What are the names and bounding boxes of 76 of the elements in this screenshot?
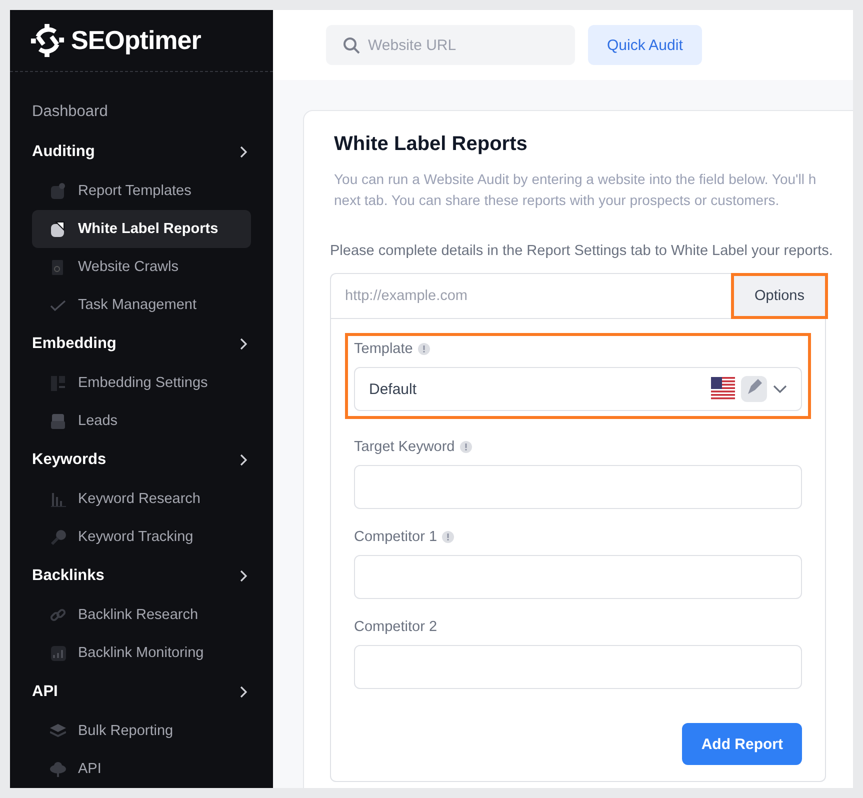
chevron-right-icon xyxy=(239,686,247,698)
key-icon xyxy=(50,529,66,546)
add-report-button[interactable]: Add Report xyxy=(682,723,802,765)
info-icon xyxy=(418,343,430,355)
sidebar-label: Task Management xyxy=(78,297,196,313)
bar-chart-icon xyxy=(50,491,66,508)
card-description: You can run a Website Audit by entering a website into the field below. You'll h next tab. You can share these reports with your prospects or customers. xyxy=(334,170,818,210)
sidebar-section[interactable]: Embedding xyxy=(32,324,251,364)
chevron-right-icon xyxy=(239,570,247,582)
chevron-down-icon xyxy=(773,384,787,394)
chevron-right-icon xyxy=(239,338,247,350)
sidebar-item[interactable]: Keyword Tracking xyxy=(32,518,251,556)
info-icon xyxy=(442,531,454,543)
document-icon xyxy=(50,183,66,200)
sidebar-label: Backlinks xyxy=(32,567,104,585)
sidebar-label: Backlink Monitoring xyxy=(78,645,204,661)
sidebar-label: Backlink Research xyxy=(78,607,198,623)
chevron-right-icon xyxy=(239,146,247,158)
layers-icon xyxy=(50,723,66,740)
text-field[interactable] xyxy=(354,555,802,599)
gear-logo-icon xyxy=(30,23,65,58)
text-field[interactable] xyxy=(354,645,802,689)
chevron-right-icon xyxy=(239,454,247,466)
pencil-icon[interactable] xyxy=(741,376,767,402)
field-label: Competitor 2 xyxy=(354,619,438,635)
sidebar-label: White Label Reports xyxy=(78,221,218,237)
options-button[interactable]: Options xyxy=(731,273,828,319)
grid-icon xyxy=(50,375,66,392)
sidebar-item[interactable]: Backlink Research xyxy=(32,596,251,634)
sidebar-label: Embedding Settings xyxy=(78,375,208,391)
sidebar-section[interactable]: Backlinks xyxy=(32,556,251,596)
sidebar-item[interactable]: Backlink Monitoring xyxy=(32,634,251,672)
search-field[interactable]: Website URL xyxy=(326,25,575,65)
flag-icon xyxy=(711,377,735,401)
link-icon xyxy=(50,607,66,624)
sidebar-label: Keyword Tracking xyxy=(78,529,194,545)
sidebar-section[interactable]: Auditing xyxy=(32,132,251,172)
sidebar-item[interactable]: Website Crawls xyxy=(32,248,251,286)
sidebar-label: Embedding xyxy=(32,335,116,353)
sidebar-label: Keywords xyxy=(32,451,106,469)
info-icon xyxy=(460,441,472,453)
sidebar-item[interactable]: Task Management xyxy=(32,286,251,324)
sidebar-label: API xyxy=(32,683,58,701)
card-title: White Label Reports xyxy=(334,133,528,157)
sidebar-item[interactable]: Bulk Reporting xyxy=(32,712,251,750)
sidebar-section[interactable]: Keywords xyxy=(32,440,251,480)
chart-icon xyxy=(50,645,66,662)
sidebar-item[interactable]: Dashboard xyxy=(32,92,251,132)
sidebar-item[interactable]: White Label Reports xyxy=(32,210,251,248)
sidebar-label: Report Templates xyxy=(78,183,192,199)
search-document-icon xyxy=(50,259,66,276)
text-field[interactable] xyxy=(354,465,802,509)
sidebar-label: Auditing xyxy=(32,143,95,161)
sidebar-label: Dashboard xyxy=(32,103,108,121)
settings-note: Please complete details in the Report Settings tab to White Label your reports. xyxy=(330,243,834,259)
field-label: Competitor 1 xyxy=(354,529,438,545)
sidebar-label: Website Crawls xyxy=(78,259,178,275)
search-icon xyxy=(343,37,360,54)
sidebar-label: Bulk Reporting xyxy=(78,723,174,739)
template-select[interactable]: Default xyxy=(354,367,802,411)
sidebar-item[interactable]: API xyxy=(32,750,251,788)
sidebar-item[interactable]: Leads xyxy=(32,402,251,440)
url-field[interactable]: http://example.com xyxy=(330,273,731,319)
pie-chart-icon xyxy=(50,221,66,238)
inbox-icon xyxy=(50,413,66,430)
sidebar-label: Keyword Research xyxy=(78,491,200,507)
quick-audit-button[interactable]: Quick Audit xyxy=(588,25,702,65)
sidebar-section[interactable]: API xyxy=(32,672,251,712)
sidebar-label: Leads xyxy=(78,413,118,429)
sidebar-item[interactable]: Keyword Research xyxy=(32,480,251,518)
field-label: Target Keyword xyxy=(354,439,455,455)
brand-name: SEOptimer xyxy=(71,25,201,56)
field-label: Template xyxy=(354,341,413,357)
sidebar-label: API xyxy=(78,761,102,777)
sidebar-item[interactable]: Embedding Settings xyxy=(32,364,251,402)
sidebar-item[interactable]: Report Templates xyxy=(32,172,251,210)
